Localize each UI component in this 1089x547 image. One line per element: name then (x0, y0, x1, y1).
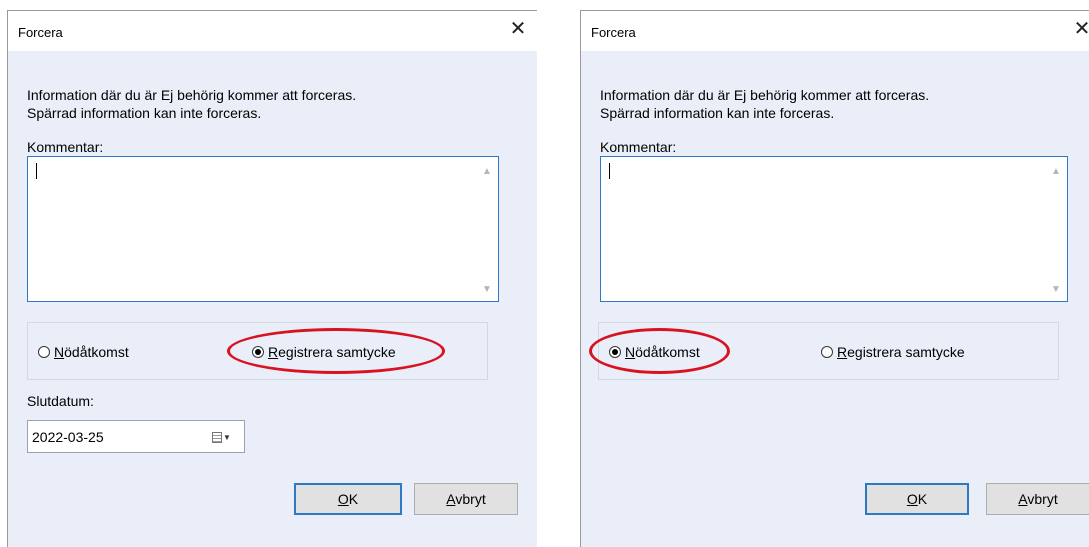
radio-consent-label: Registrera samtycke (268, 344, 396, 360)
scroll-down-icon[interactable]: ▼ (1051, 285, 1061, 295)
access-type-group: Nödåtkomst Registrera samtycke (27, 322, 488, 380)
ok-button[interactable]: OK (865, 483, 969, 515)
forcera-dialog-emergency: Forcera ✕ Information där du är Ej behör… (580, 10, 1089, 547)
radio-consent-circle[interactable] (821, 346, 833, 358)
radio-emergency-label: Nödåtkomst (625, 344, 700, 360)
radio-emergency-access[interactable]: Nödåtkomst (609, 344, 700, 360)
dialog-title: Forcera (591, 25, 636, 40)
end-date-value: 2022-03-25 (32, 429, 104, 445)
access-type-group: Nödåtkomst Registrera samtycke (598, 322, 1059, 380)
info-line-2: Spärrad information kan inte forceras. (600, 105, 835, 121)
comment-textarea[interactable]: ▲ ▼ (27, 156, 499, 302)
comment-label: Kommentar: (600, 139, 677, 155)
scroll-up-icon[interactable]: ▲ (482, 167, 492, 177)
calendar-icon[interactable]: ▼ (212, 430, 236, 444)
info-line-1: Information där du är Ej behörig kommer … (600, 87, 930, 103)
cancel-button[interactable]: Avbryt (414, 483, 518, 515)
title-bar: Forcera ✕ (581, 11, 1089, 51)
forcera-dialog-consent: Forcera ✕ Information där du är Ej behör… (7, 10, 537, 547)
title-bar: Forcera ✕ (8, 11, 537, 51)
info-text: Information där du är Ej behörig kommer … (27, 86, 356, 122)
end-date-picker[interactable]: 2022-03-25 ▼ (27, 420, 245, 453)
comment-label: Kommentar: (27, 139, 104, 155)
radio-consent-label: Registrera samtycke (837, 344, 965, 360)
close-icon[interactable]: ✕ (507, 19, 529, 41)
comment-textarea[interactable]: ▲ ▼ (600, 156, 1068, 302)
cancel-button[interactable]: Avbryt (986, 483, 1089, 515)
radio-emergency-label: Nödåtkomst (54, 344, 129, 360)
text-caret (36, 163, 37, 179)
ok-button[interactable]: OK (294, 483, 402, 515)
radio-consent-circle[interactable] (252, 346, 264, 358)
radio-emergency-circle[interactable] (609, 346, 621, 358)
radio-emergency-access[interactable]: Nödåtkomst (38, 344, 129, 360)
radio-emergency-circle[interactable] (38, 346, 50, 358)
radio-register-consent[interactable]: Registrera samtycke (252, 344, 396, 360)
scroll-up-icon[interactable]: ▲ (1051, 167, 1061, 177)
scroll-down-icon[interactable]: ▼ (482, 285, 492, 295)
info-text: Information där du är Ej behörig kommer … (600, 86, 929, 122)
dialog-title: Forcera (18, 25, 63, 40)
close-icon[interactable]: ✕ (1071, 19, 1089, 41)
end-date-label: Slutdatum: (27, 393, 94, 409)
radio-register-consent[interactable]: Registrera samtycke (821, 344, 965, 360)
info-line-1: Information där du är Ej behörig kommer … (27, 87, 357, 103)
info-line-2: Spärrad information kan inte forceras. (27, 105, 262, 121)
text-caret (609, 163, 610, 179)
